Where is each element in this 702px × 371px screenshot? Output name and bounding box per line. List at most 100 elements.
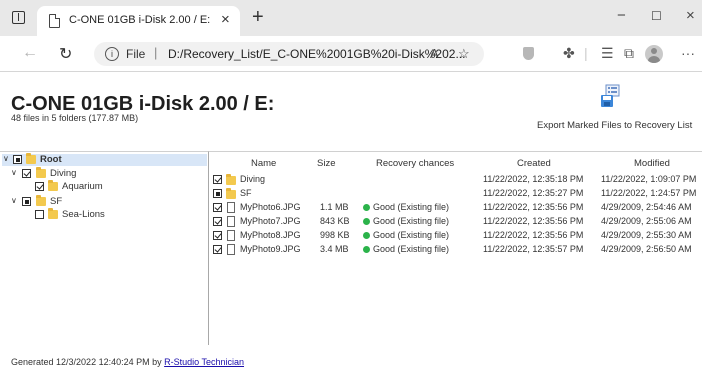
folder-icon	[48, 180, 58, 191]
favorite-star-icon[interactable]: ☆	[458, 46, 470, 62]
refresh-icon[interactable]: ↻	[59, 44, 72, 64]
back-icon[interactable]: ←	[22, 44, 38, 62]
row-checkbox[interactable]	[213, 217, 222, 226]
browser-toolbar: ← ↻ i File | D:/Recovery_List/E_C-ONE%20…	[0, 36, 702, 72]
folder-icon	[36, 167, 46, 178]
file-name: SF	[240, 188, 252, 198]
recovery-chance: Good (Existing file)	[373, 244, 450, 254]
file-icon	[227, 202, 235, 213]
file-size: 1.1 MB	[320, 202, 349, 212]
tab-title: C-ONE 01GB i-Disk 2.00 / E:	[69, 14, 211, 26]
column-header-created[interactable]: Created	[517, 158, 551, 169]
file-modified: 4/29/2009, 2:56:50 AM	[601, 244, 692, 254]
tree-item-root[interactable]: ∨ Root	[2, 153, 207, 166]
file-size: 998 KB	[320, 230, 350, 240]
file-modified: 4/29/2009, 2:55:30 AM	[601, 230, 692, 240]
tree-checkbox[interactable]	[22, 169, 31, 178]
expand-chevron-icon[interactable]: ∨	[11, 168, 17, 177]
footer-link[interactable]: R-Studio Technician	[164, 357, 244, 367]
tab-actions-icon[interactable]	[12, 11, 25, 24]
new-tab-icon[interactable]: +	[252, 6, 264, 29]
tree-item-sea-lions[interactable]: Sea-Lions	[2, 208, 207, 221]
recovery-chance: Good (Existing file)	[373, 230, 450, 240]
more-menu-icon[interactable]: ···	[681, 45, 695, 61]
file-created: 11/22/2022, 12:35:27 PM	[483, 188, 584, 198]
recovery-status-dot	[363, 246, 370, 253]
export-list-icon[interactable]	[600, 84, 620, 108]
column-header-modified[interactable]: Modified	[634, 158, 670, 169]
tree-checkbox[interactable]	[22, 197, 31, 206]
folder-icon	[226, 188, 236, 199]
favorites-list-icon[interactable]: ☰	[601, 45, 614, 62]
column-header-name[interactable]: Name	[251, 158, 276, 169]
tree-item-diving[interactable]: ∨ Diving	[2, 167, 207, 180]
column-header-size[interactable]: Size	[317, 158, 335, 169]
tree-checkbox[interactable]	[13, 155, 22, 164]
report-footer: Generated 12/3/2022 12:40:24 PM by R-Stu…	[11, 357, 244, 367]
close-window-icon[interactable]: ×	[686, 7, 695, 24]
file-modified: 4/29/2009, 2:54:46 AM	[601, 202, 692, 212]
export-marked-files-link[interactable]: Export Marked Files to Recovery List	[537, 120, 692, 131]
extensions-icon[interactable]: ✤	[563, 45, 575, 62]
address-separator: |	[154, 45, 158, 60]
address-url[interactable]: D:/Recovery_List/E_C-ONE%2001GB%20i-Disk…	[168, 47, 465, 61]
expand-chevron-icon[interactable]: ∨	[3, 154, 9, 163]
page-icon	[49, 14, 60, 28]
profile-avatar[interactable]	[645, 45, 663, 63]
recovery-status-dot	[363, 204, 370, 211]
file-size: 843 KB	[320, 216, 350, 226]
file-created: 11/22/2022, 12:35:56 PM	[483, 216, 584, 226]
folder-icon	[226, 174, 236, 185]
column-header-recovery[interactable]: Recovery chances	[376, 158, 454, 169]
file-icon	[227, 244, 235, 255]
folder-icon	[26, 153, 36, 164]
row-checkbox[interactable]	[213, 189, 222, 198]
tree-item-aquarium[interactable]: Aquarium	[2, 180, 207, 193]
active-tab[interactable]: C-ONE 01GB i-Disk 2.00 / E: ×	[37, 6, 240, 36]
recovery-chance: Good (Existing file)	[373, 202, 450, 212]
expand-chevron-icon[interactable]: ∨	[11, 196, 17, 205]
browser-title-bar: C-ONE 01GB i-Disk 2.00 / E: × + − ☐ ×	[0, 0, 702, 36]
file-name: MyPhoto8.JPG	[240, 230, 301, 240]
toolbar-divider: |	[584, 45, 588, 61]
folder-icon	[48, 208, 58, 219]
recovery-chance: Good (Existing file)	[373, 216, 450, 226]
row-checkbox[interactable]	[213, 245, 222, 254]
tab-close-icon[interactable]: ×	[221, 11, 230, 28]
file-modified: 11/22/2022, 1:09:07 PM	[601, 174, 697, 184]
file-icon	[227, 230, 235, 241]
file-created: 11/22/2022, 12:35:18 PM	[483, 174, 584, 184]
collections-icon[interactable]: ⧉	[624, 45, 634, 62]
address-bar[interactable]: i File | D:/Recovery_List/E_C-ONE%2001GB…	[94, 42, 484, 66]
info-icon[interactable]: i	[105, 47, 119, 61]
tree-item-sf[interactable]: ∨ SF	[2, 195, 207, 208]
file-created: 11/22/2022, 12:35:56 PM	[483, 230, 584, 240]
tree-checkbox[interactable]	[35, 210, 44, 219]
footer-generated-text: Generated 12/3/2022 12:40:24 PM by	[11, 357, 162, 367]
recovery-status-dot	[363, 232, 370, 239]
recovery-status-dot	[363, 218, 370, 225]
file-name: MyPhoto7.JPG	[240, 216, 301, 226]
tree-item-label: Root	[40, 154, 62, 165]
row-checkbox[interactable]	[213, 175, 222, 184]
file-icon	[227, 216, 235, 227]
tree-item-label: Sea-Lions	[62, 209, 105, 220]
file-modified: 4/29/2009, 2:55:06 AM	[601, 216, 692, 226]
minimize-icon[interactable]: −	[617, 7, 626, 24]
file-created: 11/22/2022, 12:35:56 PM	[483, 202, 584, 212]
folder-icon	[36, 195, 46, 206]
file-name: MyPhoto6.JPG	[240, 202, 301, 212]
tree-item-label: SF	[50, 196, 63, 207]
read-aloud-icon[interactable]: A	[430, 46, 439, 61]
file-size: 3.4 MB	[320, 244, 349, 254]
row-checkbox[interactable]	[213, 231, 222, 240]
tree-item-label: Aquarium	[62, 181, 103, 192]
tree-item-label: Diving	[50, 168, 77, 179]
file-created: 11/22/2022, 12:35:57 PM	[483, 244, 584, 254]
row-checkbox[interactable]	[213, 203, 222, 212]
address-scheme-label: File	[126, 47, 146, 61]
shield-extension-icon[interactable]	[523, 47, 534, 60]
maximize-icon[interactable]: ☐	[651, 9, 662, 23]
tree-checkbox[interactable]	[35, 182, 44, 191]
file-modified: 11/22/2022, 1:24:57 PM	[601, 188, 697, 198]
